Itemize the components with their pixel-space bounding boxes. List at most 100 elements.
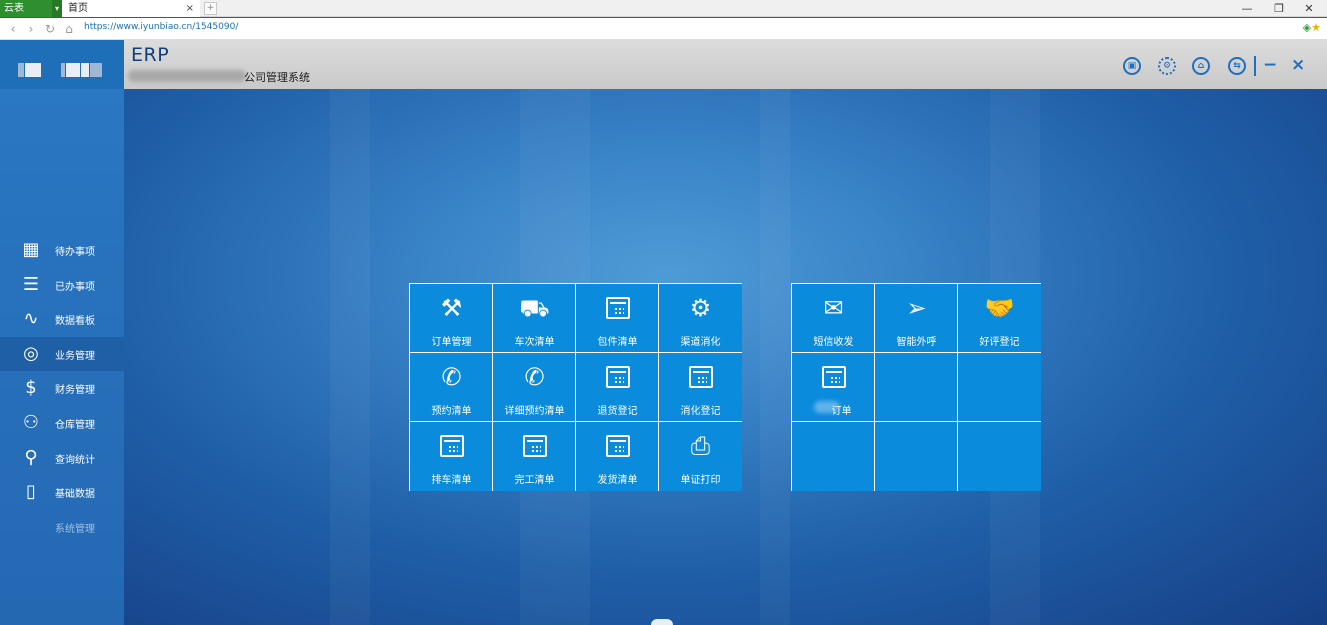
sidebar-item[interactable]: $ 财务管理 [0, 371, 124, 405]
tile-button[interactable]: 消化登记 [659, 353, 742, 422]
reload-icon[interactable]: ↻ [43, 21, 57, 37]
tile-label: 车次清单 [514, 337, 555, 348]
tile-grid-business: ⚒ 订单管理 ⛟ 车次清单 包件清单 ⚙ 渠道消化 ✆ 预约清单 ✆ 详细预约清单 退货登记 消化登记排… [409, 283, 742, 491]
url-field[interactable]: https://www.iyunbiao.cn/1545090/ [84, 22, 238, 32]
tile-button[interactable]: 🤝 好评登记 [958, 284, 1041, 353]
tile-button[interactable]: ⎙ 单证打印 [659, 422, 742, 491]
tile-button[interactable]: ✆ 详细预约清单 [493, 353, 576, 422]
sidebar-item-label: 财务管理 [55, 385, 95, 396]
sidebar-item-label: 基础数据 [55, 489, 95, 500]
calendar-icon [576, 294, 659, 325]
sidebar-item[interactable]: ▦ 待办事项 [0, 233, 124, 267]
phone-icon: ✆ [441, 363, 462, 391]
tile-button[interactable]: 完工清单 [493, 422, 576, 491]
handshake-icon: 🤝 [984, 294, 1015, 322]
tile-label: 消化登记 [680, 406, 721, 417]
tile-label: 详细预约清单 [504, 406, 565, 417]
tab-title: 首页 [68, 3, 88, 14]
tile-label: 单证打印 [680, 475, 721, 486]
sidebar-item[interactable]: 系统管理 [0, 510, 124, 544]
bottom-handle[interactable] [651, 619, 673, 625]
new-tab-button[interactable]: + [204, 2, 217, 15]
window-restore-button[interactable]: ❐ [1270, 1, 1288, 16]
tile-button[interactable]: 包件清单 [576, 284, 659, 353]
logo-mark [66, 63, 80, 77]
background-streak [330, 89, 370, 625]
app-title: ERP [131, 44, 170, 66]
background-streak [760, 89, 790, 625]
calendar-icon [792, 363, 875, 394]
sidebar-item[interactable]: ☰ 已办事项 [0, 268, 124, 302]
home-icon[interactable]: ⌂ [1192, 57, 1210, 75]
home-page-icon[interactable]: ⌂ [62, 21, 76, 37]
empty-tile [958, 422, 1041, 491]
header-divider [1254, 56, 1256, 76]
tile-button[interactable]: ⚙ 渠道消化 [659, 284, 742, 353]
tile-label: 智能外呼 [896, 337, 937, 348]
tile-label: 排车清单 [431, 475, 472, 486]
logo-mark [61, 63, 65, 77]
tile-button[interactable]: 排车清单 [410, 422, 493, 491]
calendar-icon [576, 432, 659, 463]
tile-button[interactable]: 退货登记 [576, 353, 659, 422]
window-close-button[interactable]: ✕ [1300, 1, 1318, 16]
calendar-icon [410, 432, 493, 463]
sidebar-item-label: 查询统计 [55, 455, 95, 466]
minimize-button[interactable]: − [1263, 55, 1277, 75]
sidebar-item[interactable]: ⚲ 查询统计 [0, 441, 124, 475]
forward-icon[interactable]: › [24, 21, 38, 37]
address-bar: ‹ › ↻ ⌂ https://www.iyunbiao.cn/1545090/… [0, 18, 1327, 40]
tile-button[interactable]: ⛟ 车次清单 [493, 284, 576, 353]
calendar-icon: ▦ [22, 239, 40, 260]
close-button[interactable]: × [1291, 55, 1305, 75]
printer-icon: ⎙ [690, 432, 711, 460]
bars-icon: ▯ [26, 481, 36, 502]
tile-button[interactable]: ✆ 预约清单 [410, 353, 493, 422]
empty-tile [958, 353, 1041, 422]
tile-label: 短信收发 [813, 337, 854, 348]
lock-icon[interactable]: ▣ [1123, 57, 1141, 75]
browser-tab-bar: 云表 ▾ 首页 × + — ❐ ✕ [0, 0, 1327, 17]
empty-tile [875, 422, 958, 491]
tile-grid-tools: ✉ 短信收发 ➢ 智能外呼 🤝 好评登记订单 [791, 283, 1041, 491]
tab-close-icon[interactable]: × [186, 0, 194, 17]
back-icon[interactable]: ‹ [6, 21, 20, 37]
tile-label: 完工清单 [514, 475, 555, 486]
gear-icon[interactable]: ⚙ [1158, 57, 1176, 75]
phone-icon: ✆ [524, 363, 545, 391]
tile-button[interactable]: 发货清单 [576, 422, 659, 491]
sidebar-item-label: 数据看板 [55, 316, 95, 327]
tile-button[interactable]: ➢ 智能外呼 [875, 284, 958, 353]
switch-icon[interactable]: ⇆ [1228, 57, 1246, 75]
extension-icons[interactable]: ◈★ [1303, 21, 1321, 34]
company-name: 公司管理系统 [244, 71, 310, 84]
logo-mark [18, 63, 24, 77]
tile-label: 退货登记 [597, 406, 638, 417]
sidebar-item-label: 仓库管理 [55, 420, 95, 431]
tile-label: 发货清单 [597, 475, 638, 486]
sidebar-item[interactable]: ▯ 基础数据 [0, 475, 124, 509]
target-icon: ◎ [23, 343, 39, 364]
tile-label: 渠道消化 [680, 337, 721, 348]
tools-icon: ⚒ [440, 294, 463, 322]
sidebar-item-label: 系统管理 [55, 524, 95, 535]
mail-icon: ✉ [823, 294, 844, 322]
tile-button[interactable]: ⚒ 订单管理 [410, 284, 493, 353]
tile-label: 包件清单 [597, 337, 638, 348]
tile-button[interactable]: ✉ 短信收发 [792, 284, 875, 353]
tile-label: 好评登记 [979, 337, 1020, 348]
browser-tab[interactable]: 首页 × [62, 0, 200, 17]
truck-icon: ⛟ [519, 294, 550, 322]
brand-dropdown-icon[interactable]: ▾ [52, 0, 62, 17]
calendar-icon [659, 363, 742, 394]
sidebar-item[interactable]: ∿ 数据看板 [0, 302, 124, 336]
money-icon: $ [25, 377, 37, 398]
tile-button[interactable]: 订单 [792, 353, 875, 422]
tile-label: 订单管理 [431, 337, 472, 348]
logo-mark [81, 63, 89, 77]
logo-mark [25, 63, 41, 77]
sidebar-item[interactable]: ◎ 业务管理 [0, 337, 124, 371]
window-minimize-button[interactable]: — [1238, 1, 1256, 16]
sidebar-item[interactable]: ⚇ 仓库管理 [0, 406, 124, 440]
empty-tile [875, 353, 958, 422]
